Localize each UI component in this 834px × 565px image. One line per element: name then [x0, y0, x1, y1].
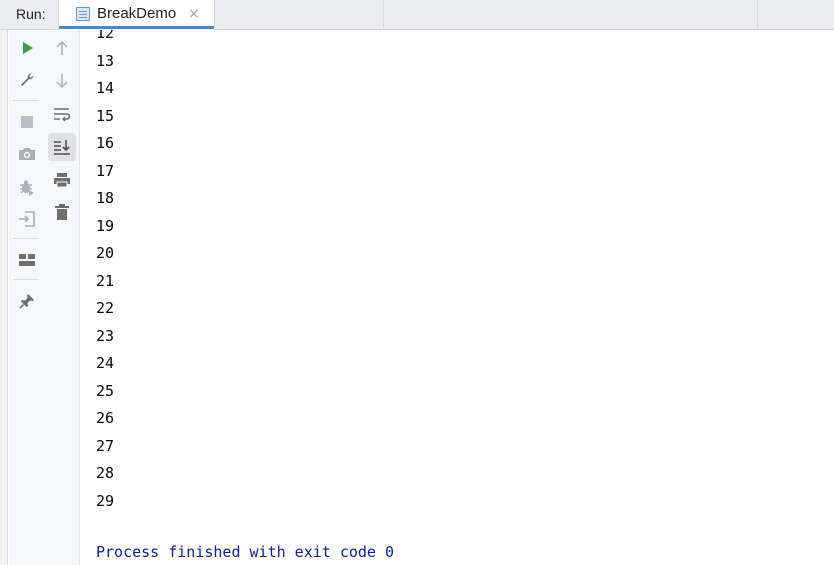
- console-line: 16: [96, 134, 115, 152]
- rerun-icon: [23, 42, 33, 54]
- console-line: 29: [96, 491, 115, 510]
- console-line: 12: [96, 30, 115, 42]
- console-line: 25: [96, 381, 115, 400]
- console-line: 19: [96, 216, 115, 235]
- run-tool-window-header: Run: BreakDemo ×: [0, 0, 834, 30]
- console-line: 24: [96, 354, 115, 372]
- camera-icon: [19, 148, 35, 160]
- console-line: 27: [96, 436, 115, 455]
- console-output[interactable]: 12 13 14 15 16 17 18 19 20 21 22 23 24 25 26 27 28 29 Pro…: [81, 30, 834, 565]
- console-line: 17: [96, 161, 115, 180]
- print-icon: [54, 173, 70, 188]
- header-divider: [383, 0, 384, 30]
- exit-icon: [19, 211, 35, 227]
- run-config-icon: [76, 7, 90, 21]
- debug-button[interactable]: [13, 173, 41, 201]
- toolbar-separator: [13, 279, 39, 280]
- pin-icon: [19, 294, 34, 309]
- debug-bug-icon: [20, 180, 34, 196]
- toolbar-separator: [13, 100, 39, 101]
- stop-button[interactable]: [13, 108, 41, 136]
- soft-wrap-icon: [54, 108, 71, 122]
- console-line: 28: [96, 464, 115, 482]
- toolbar-separator: [13, 238, 39, 239]
- exit-button[interactable]: [13, 205, 41, 233]
- exit-message: Process finished with exit code 0: [96, 543, 395, 561]
- console-lines: 12 13 14 15 16 17 18 19 20 21 22 23 24 25 26 27 28 29: [96, 30, 114, 543]
- soft-wrap-button[interactable]: [48, 100, 76, 128]
- tab-title: BreakDemo: [97, 5, 177, 22]
- print-button[interactable]: [48, 166, 76, 194]
- header-divider: [757, 0, 758, 30]
- console-line: 21: [96, 271, 115, 290]
- scroll-to-end-icon: [54, 140, 70, 155]
- console-line: 20: [96, 244, 115, 262]
- rerun-button[interactable]: [13, 34, 41, 62]
- wrench-icon: [21, 73, 34, 86]
- tab-breakdemo[interactable]: BreakDemo ×: [58, 0, 215, 30]
- console-line: 22: [96, 299, 115, 317]
- tool-window-edge-strip: Structure Favorites: [0, 30, 8, 565]
- active-tab-indicator: [59, 26, 214, 29]
- console-actions-toolbar: [44, 30, 80, 565]
- layout-icon: [19, 254, 35, 266]
- down-arrow-icon: [56, 74, 68, 89]
- close-tab-icon[interactable]: ×: [188, 5, 200, 23]
- edit-configuration-button[interactable]: [13, 66, 41, 94]
- restore-layout-button[interactable]: [13, 246, 41, 274]
- console-line: 26: [96, 409, 115, 427]
- console-line: 14: [96, 79, 115, 97]
- pin-tab-button[interactable]: [13, 287, 41, 315]
- clear-all-button[interactable]: [48, 198, 76, 226]
- next-occurrence-button[interactable]: [48, 67, 76, 95]
- scroll-to-end-button[interactable]: [48, 133, 76, 161]
- previous-occurrence-button[interactable]: [48, 34, 76, 62]
- run-label: Run:: [16, 6, 46, 22]
- thread-dump-button[interactable]: [13, 140, 41, 168]
- console-line: 18: [96, 189, 115, 207]
- stop-icon: [21, 116, 33, 128]
- console-line: 23: [96, 326, 115, 345]
- trash-icon: [55, 204, 69, 220]
- run-actions-toolbar: [9, 30, 44, 565]
- up-arrow-icon: [56, 40, 68, 55]
- console-line: 15: [96, 106, 115, 125]
- console-line: 13: [96, 51, 115, 70]
